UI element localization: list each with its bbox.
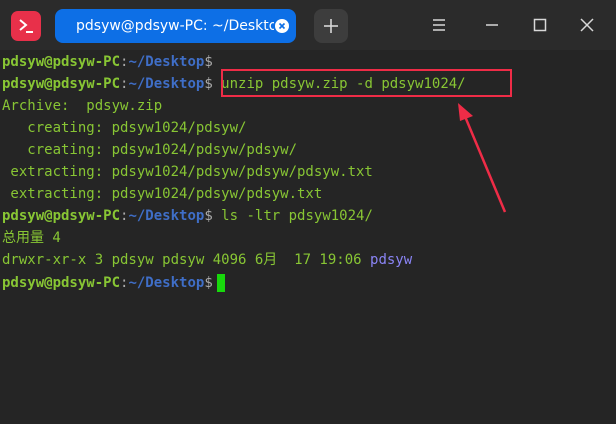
annotation-arrow-icon [458,103,507,213]
